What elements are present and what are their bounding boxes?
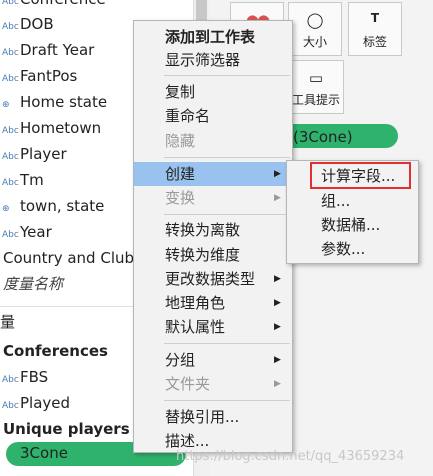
group-title: Conferences <box>3 342 108 360</box>
pill-label: 3Cone <box>20 444 68 462</box>
menu-item-label: 文件夹 <box>165 375 211 393</box>
group-unique-players[interactable]: Unique players <box>0 416 130 442</box>
menu-item-label: 转换为维度 <box>165 246 241 264</box>
field-label: town, state <box>20 197 105 215</box>
menu-item-label: 添加到工作表 <box>165 28 256 46</box>
menu-item-default-properties[interactable]: 默认属性 ▶ <box>134 315 292 339</box>
menu-item-label: 隐藏 <box>165 132 196 150</box>
menu-item-convert-discrete[interactable]: 转换为离散 <box>134 218 292 242</box>
field-label: Player <box>20 145 67 163</box>
chevron-right-icon: ▶ <box>274 298 281 308</box>
menu-item-folder: 文件夹 ▶ <box>134 372 292 396</box>
field-hometown[interactable]: AbcHometown <box>0 115 101 141</box>
field-measure-names[interactable]: 度量名称 <box>0 271 63 297</box>
highlight-annotation-box <box>310 162 411 189</box>
field-dob[interactable]: AbcDOB <box>0 11 54 37</box>
field-player[interactable]: AbcPlayer <box>0 141 67 167</box>
measures-header: 量 <box>0 309 15 335</box>
menu-item-label: 重命名 <box>165 107 211 125</box>
chevron-right-icon: ▶ <box>274 322 281 332</box>
menu-item-geographic-role[interactable]: 地理角色 ▶ <box>134 291 292 315</box>
menu-item-show-filter[interactable]: 显示筛选器 <box>134 48 292 72</box>
menu-separator <box>164 75 290 76</box>
submenu-item-label: 参数... <box>321 240 366 258</box>
menu-item-group[interactable]: 分组 ▶ <box>134 348 292 372</box>
measures-header-label: 量 <box>0 313 16 331</box>
menu-item-hide: 隐藏 <box>134 129 292 153</box>
field-label: Home state <box>20 93 108 111</box>
field-label: DOB <box>20 15 54 33</box>
field-draft-year[interactable]: AbcDraft Year <box>0 37 94 63</box>
size-icon: ◯ <box>306 11 324 29</box>
menu-item-label: 创建 <box>165 165 196 183</box>
button-label: 工具提示 <box>291 93 340 107</box>
menu-item-label: 转换为离散 <box>165 221 241 239</box>
field-label: Played <box>20 394 71 412</box>
field-label: Year <box>20 223 52 241</box>
field-country-and-club[interactable]: Country and Club <box>0 245 134 271</box>
submenu-item-parameter[interactable]: 参数... <box>287 237 418 261</box>
menu-item-copy[interactable]: 复制 <box>134 80 292 104</box>
menu-separator <box>164 400 290 401</box>
menu-item-label: 地理角色 <box>165 294 226 312</box>
chevron-right-icon: ▶ <box>274 193 281 203</box>
menu-separator <box>164 343 290 344</box>
field-label: Hometown <box>20 119 102 137</box>
field-town-state[interactable]: ⊕ town, state <box>0 193 104 219</box>
label-icon: T <box>370 11 380 25</box>
field-label: FantPos <box>20 67 78 85</box>
field-label: Country and Club <box>3 249 135 267</box>
submenu-item-label: 数据桶... <box>321 216 381 234</box>
button-label: 大小 <box>302 35 327 49</box>
label-button[interactable]: T 标签 <box>348 2 402 56</box>
menu-item-add-to-sheet[interactable]: 添加到工作表 <box>134 25 292 49</box>
watermark: https://blog.csdn.net/qq_43659234 <box>176 449 405 464</box>
context-menu: 添加到工作表 显示筛选器 复制 重命名 隐藏 创建 ▶ 变换 ▶ 转换为离散 转换为… <box>133 20 293 453</box>
submenu-item-bins[interactable]: 数据桶... <box>287 213 418 237</box>
menu-item-label: 分组 <box>165 351 196 369</box>
chevron-right-icon: ▶ <box>274 169 281 179</box>
field-label: Conference <box>20 0 106 8</box>
menu-item-label: 显示筛选器 <box>165 51 241 69</box>
field-home-state[interactable]: ⊕ Home state <box>0 89 107 115</box>
menu-item-label: 默认属性 <box>165 318 226 336</box>
submenu-item-group[interactable]: 组... <box>287 189 418 213</box>
field-label: Draft Year <box>20 41 95 59</box>
menu-item-change-data-type[interactable]: 更改数据类型 ▶ <box>134 267 292 291</box>
field-year[interactable]: AbcYear <box>0 219 52 245</box>
menu-item-convert-dimension[interactable]: 转换为维度 <box>134 243 292 267</box>
scrollbar-thumb[interactable] <box>196 0 207 20</box>
field-label: 度量名称 <box>3 275 64 293</box>
menu-separator <box>164 214 290 215</box>
tooltip-icon: ▭ <box>308 69 324 87</box>
field-fbs[interactable]: AbcFBS <box>0 364 48 390</box>
submenu-item-label: 组... <box>321 192 351 210</box>
menu-item-rename[interactable]: 重命名 <box>134 104 292 128</box>
button-label: 标签 <box>362 35 387 49</box>
menu-item-label: 替换引用... <box>165 408 240 426</box>
menu-item-replace-references[interactable]: 替换引用... <box>134 405 292 429</box>
menu-item-transform: 变换 ▶ <box>134 186 292 210</box>
tooltip-button[interactable]: ▭ 工具提示 <box>288 60 344 114</box>
menu-item-label: 变换 <box>165 189 196 207</box>
chevron-right-icon: ▶ <box>274 274 281 284</box>
field-label: Tm <box>20 171 44 189</box>
group-title: Unique players <box>3 420 130 438</box>
group-conferences[interactable]: Conferences <box>0 338 108 364</box>
field-fantpos[interactable]: AbcFantPos <box>0 63 77 89</box>
menu-separator <box>164 157 290 158</box>
size-button[interactable]: ◯ 大小 <box>288 2 342 56</box>
chevron-right-icon: ▶ <box>274 355 281 365</box>
field-played[interactable]: AbcPlayed <box>0 390 70 416</box>
field-tm[interactable]: AbcTm <box>0 167 44 193</box>
field-label: FBS <box>20 368 49 386</box>
menu-item-label: 更改数据类型 <box>165 270 256 288</box>
chevron-right-icon: ▶ <box>274 379 281 389</box>
menu-item-create[interactable]: 创建 ▶ <box>134 162 292 186</box>
menu-item-label: 复制 <box>165 83 196 101</box>
